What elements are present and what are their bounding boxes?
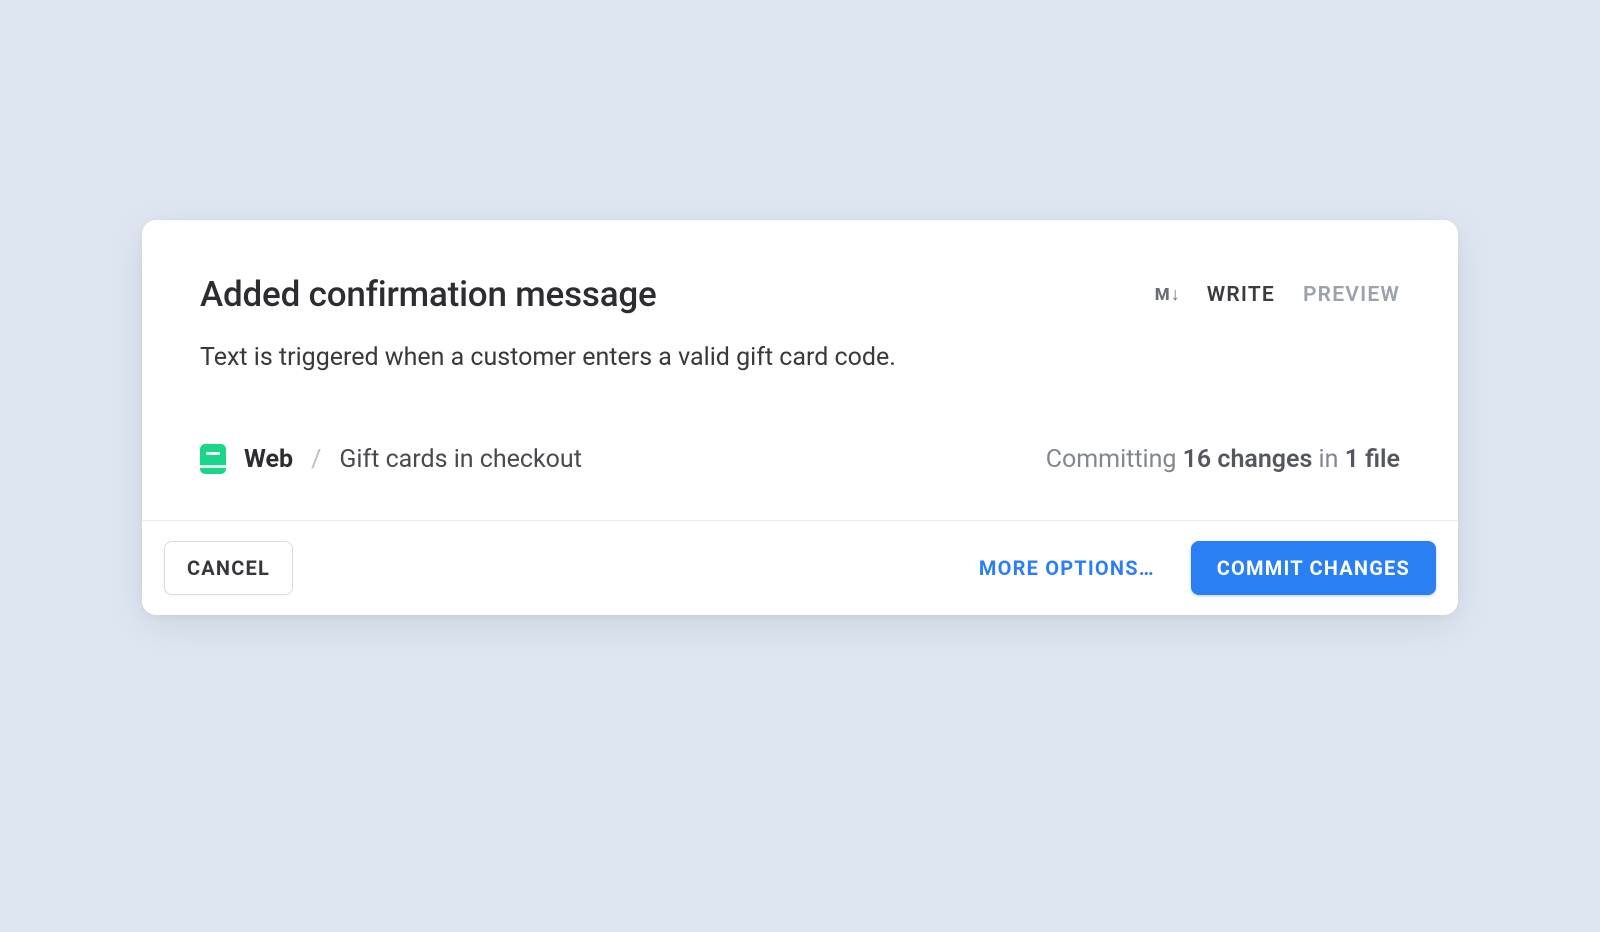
summary-files: 1 file bbox=[1345, 445, 1400, 474]
markdown-icon[interactable]: M ↓ bbox=[1155, 285, 1179, 305]
branch-name[interactable]: Gift cards in checkout bbox=[339, 445, 581, 474]
dialog-body: Added confirmation message M ↓ WRITE PRE… bbox=[142, 220, 1458, 520]
tab-preview[interactable]: PREVIEW bbox=[1303, 283, 1400, 307]
commit-summary: Committing 16 changes in 1 file bbox=[1046, 445, 1400, 474]
project-icon bbox=[200, 444, 226, 474]
breadcrumb: Web / Gift cards in checkout bbox=[200, 444, 582, 474]
meta-row: Web / Gift cards in checkout Committing … bbox=[200, 444, 1400, 474]
commit-changes-button[interactable]: COMMIT CHANGES bbox=[1191, 541, 1436, 595]
breadcrumb-separator: / bbox=[311, 445, 321, 474]
editor-controls: M ↓ WRITE PREVIEW bbox=[1155, 283, 1400, 307]
commit-title[interactable]: Added confirmation message bbox=[200, 274, 657, 315]
tab-write[interactable]: WRITE bbox=[1207, 283, 1275, 307]
summary-changes: 16 changes bbox=[1183, 445, 1313, 474]
markdown-icon-arrow: ↓ bbox=[1171, 286, 1179, 304]
summary-mid: in bbox=[1312, 445, 1344, 474]
summary-prefix: Committing bbox=[1046, 445, 1183, 474]
commit-dialog: Added confirmation message M ↓ WRITE PRE… bbox=[142, 220, 1458, 615]
footer-right: MORE OPTIONS… COMMIT CHANGES bbox=[973, 541, 1436, 595]
more-options-button[interactable]: MORE OPTIONS… bbox=[973, 542, 1161, 594]
commit-description[interactable]: Text is triggered when a customer enters… bbox=[200, 343, 1400, 372]
cancel-button[interactable]: CANCEL bbox=[164, 541, 293, 595]
markdown-icon-letter: M bbox=[1155, 285, 1169, 305]
dialog-footer: CANCEL MORE OPTIONS… COMMIT CHANGES bbox=[142, 520, 1458, 615]
dialog-header: Added confirmation message M ↓ WRITE PRE… bbox=[200, 274, 1400, 315]
project-name[interactable]: Web bbox=[244, 445, 293, 474]
